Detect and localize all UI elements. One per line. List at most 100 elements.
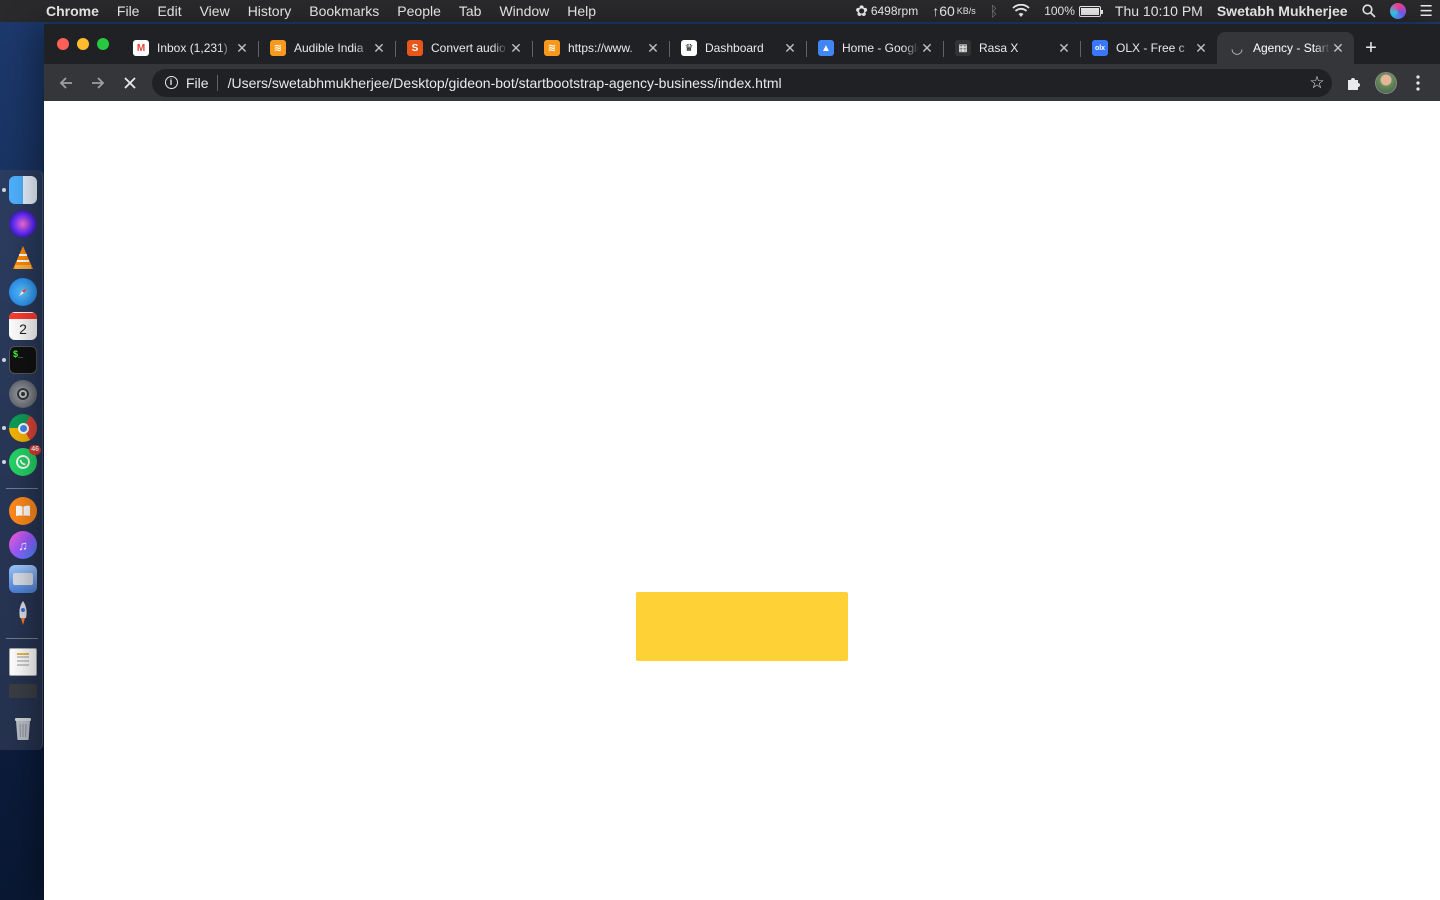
tab-close-icon[interactable]: ✕ bbox=[371, 40, 387, 57]
tab-title: Inbox (1,231) bbox=[157, 41, 228, 55]
convert-icon: S bbox=[407, 40, 423, 56]
calendar-icon[interactable]: 2 bbox=[9, 312, 37, 340]
bluetooth-icon[interactable]: ᛒ bbox=[983, 3, 1005, 19]
profile-avatar-button[interactable] bbox=[1370, 67, 1402, 99]
fan-status[interactable]: ✿ 6498rpm bbox=[848, 2, 925, 20]
dashboard-icon: ♛ bbox=[681, 40, 697, 56]
menu-app-name[interactable]: Chrome bbox=[40, 3, 108, 19]
tab-title: Dashboard bbox=[705, 41, 764, 55]
browser-toolbar: i File /Users/swetabhmukherjee/Desktop/g… bbox=[44, 64, 1440, 101]
whatsapp-unread-badge: 46 bbox=[29, 445, 41, 455]
tab-title: Agency - Start bbox=[1253, 41, 1330, 55]
tab-close-icon[interactable]: ✕ bbox=[1193, 40, 1209, 57]
safari-icon[interactable] bbox=[9, 278, 37, 306]
olx-icon: olx bbox=[1092, 40, 1108, 56]
clock[interactable]: Thu 10:10 PM bbox=[1108, 3, 1210, 19]
forward-arrow-icon bbox=[92, 76, 105, 89]
menu-help[interactable]: Help bbox=[558, 3, 605, 19]
site-info-button[interactable]: i bbox=[156, 76, 186, 89]
menu-bookmarks[interactable]: Bookmarks bbox=[300, 3, 388, 19]
running-indicator bbox=[2, 188, 6, 192]
tab-strip: M Inbox (1,231) ✕ ≋ Audible India ✕ S Convert a… bbox=[44, 24, 1440, 64]
browser-tab[interactable]: M Inbox (1,231) ✕ bbox=[121, 32, 258, 64]
tab-close-icon[interactable]: ✕ bbox=[234, 40, 250, 57]
forward-button[interactable] bbox=[82, 67, 114, 99]
whatsapp-icon[interactable]: 46 bbox=[9, 445, 41, 476]
trash-icon[interactable] bbox=[9, 714, 37, 742]
siri-icon[interactable] bbox=[1383, 3, 1413, 19]
tab-close-icon[interactable]: ✕ bbox=[782, 40, 798, 57]
macos-menu-bar: Chrome File Edit View History Bookmarks … bbox=[0, 0, 1440, 22]
tab-title: Audible India bbox=[294, 41, 364, 55]
tab-title: Home - Google bbox=[842, 41, 919, 55]
address-bar[interactable]: i File /Users/swetabhmukherjee/Desktop/g… bbox=[152, 68, 1332, 97]
launchpad-rocket-icon[interactable] bbox=[9, 599, 37, 627]
browser-tab[interactable]: ≋ Audible India ✕ bbox=[258, 32, 395, 64]
new-tab-button[interactable]: + bbox=[1354, 32, 1388, 64]
screenshot-thumbnail-icon[interactable] bbox=[9, 684, 37, 698]
close-window-button[interactable] bbox=[57, 38, 69, 50]
extensions-puzzle-icon[interactable] bbox=[1338, 67, 1370, 99]
fan-icon: ✿ bbox=[855, 3, 868, 20]
chrome-dock-icon[interactable] bbox=[9, 414, 37, 442]
upload-arrow-icon: ↑ bbox=[932, 3, 940, 19]
tab-close-icon[interactable]: ✕ bbox=[1056, 40, 1072, 57]
address-url-text[interactable]: /Users/swetabhmukherjee/Desktop/gideon-b… bbox=[218, 75, 1302, 91]
stop-x-icon bbox=[124, 76, 136, 89]
notification-center-icon[interactable]: ☰ bbox=[1413, 2, 1440, 20]
bookmark-star-icon[interactable]: ☆ bbox=[1302, 73, 1332, 93]
rasa-icon: ▦ bbox=[955, 40, 971, 56]
tab-title: Convert audio bbox=[431, 41, 506, 55]
finder-icon[interactable] bbox=[9, 176, 37, 204]
running-indicator bbox=[2, 460, 6, 464]
zoom-window-button[interactable] bbox=[97, 38, 109, 50]
menu-edit[interactable]: Edit bbox=[148, 3, 190, 19]
tab-close-icon[interactable]: ✕ bbox=[645, 40, 661, 57]
browser-tab[interactable]: olx OLX - Free c ✕ bbox=[1080, 32, 1217, 64]
document-icon[interactable] bbox=[9, 648, 37, 676]
system-preferences-icon[interactable] bbox=[9, 380, 37, 408]
menu-history[interactable]: History bbox=[239, 3, 301, 19]
tab-title: https://www. bbox=[568, 41, 633, 55]
wifi-icon[interactable] bbox=[1005, 4, 1037, 18]
tab-close-icon[interactable]: ✕ bbox=[508, 40, 524, 57]
image-capture-icon[interactable] bbox=[9, 565, 37, 593]
menu-tab[interactable]: Tab bbox=[450, 3, 491, 19]
dock-separator bbox=[6, 488, 38, 489]
tab-close-icon[interactable]: ✕ bbox=[1330, 40, 1346, 57]
browser-tab[interactable]: ♛ Dashboard ✕ bbox=[669, 32, 806, 64]
books-icon[interactable] bbox=[9, 497, 37, 525]
browser-tab[interactable]: ◡ Agency - Start ✕ bbox=[1217, 32, 1354, 64]
user-name[interactable]: Swetabh Mukherjee bbox=[1210, 3, 1355, 19]
stop-loading-button[interactable] bbox=[114, 67, 146, 99]
gmail-icon: M bbox=[133, 40, 149, 56]
menu-people[interactable]: People bbox=[388, 3, 450, 19]
menu-file[interactable]: File bbox=[108, 3, 149, 19]
google-ads-icon: ▲ bbox=[818, 40, 834, 56]
terminal-icon[interactable]: $_ bbox=[9, 346, 37, 374]
siri-dock-icon[interactable] bbox=[9, 210, 37, 238]
menu-window[interactable]: Window bbox=[490, 3, 558, 19]
address-scheme-label: File bbox=[186, 74, 218, 91]
battery-status[interactable]: 100% bbox=[1037, 4, 1108, 18]
info-icon: i bbox=[164, 76, 178, 89]
itunes-icon[interactable]: ♫ bbox=[9, 531, 37, 559]
battery-percent: 100% bbox=[1044, 4, 1075, 18]
spotlight-search-icon[interactable] bbox=[1355, 4, 1383, 18]
chrome-window: M Inbox (1,231) ✕ ≋ Audible India ✕ S Convert a… bbox=[44, 24, 1440, 900]
audible-icon: ≋ bbox=[270, 40, 286, 56]
minimize-window-button[interactable] bbox=[77, 38, 89, 50]
browser-tab[interactable]: S Convert audio ✕ bbox=[395, 32, 532, 64]
back-button[interactable] bbox=[50, 67, 82, 99]
loading-spinner-icon: ◡ bbox=[1231, 39, 1243, 56]
audible-icon: ≋ bbox=[544, 40, 560, 56]
browser-tab[interactable]: ≋ https://www. ✕ bbox=[532, 32, 669, 64]
tab-title: Rasa X bbox=[979, 41, 1019, 55]
browser-tab[interactable]: ▦ Rasa X ✕ bbox=[943, 32, 1080, 64]
network-status[interactable]: ↑ 60 KB/s bbox=[925, 3, 983, 19]
vlc-icon[interactable] bbox=[9, 244, 37, 272]
menu-view[interactable]: View bbox=[191, 3, 239, 19]
tab-close-icon[interactable]: ✕ bbox=[919, 40, 935, 57]
browser-tab[interactable]: ▲ Home - Google ✕ bbox=[806, 32, 943, 64]
chrome-menu-kebab-icon[interactable] bbox=[1402, 67, 1434, 99]
